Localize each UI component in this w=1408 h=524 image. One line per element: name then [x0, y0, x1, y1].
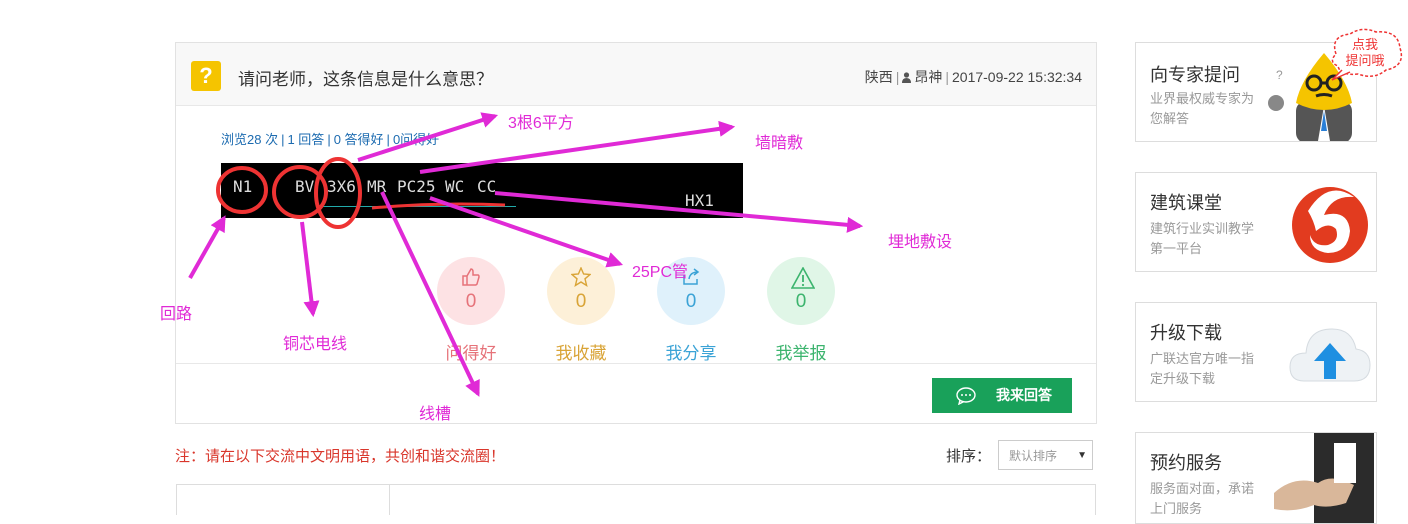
sidebar-upgrade-download[interactable]: 升级下载 广联达官方唯一指定升级下载 [1135, 302, 1377, 402]
notice-text: 注：请在以下交流中文明用语，共创和谐交流圈！ [175, 448, 506, 465]
caret-down-icon: ▼ [1077, 450, 1087, 461]
sidebar-appointment[interactable]: 预约服务 服务面对面，承诺上门服务 [1135, 432, 1377, 524]
arrow-floor [494, 191, 864, 233]
arrow-wall [419, 120, 736, 174]
circle-n1 [216, 166, 268, 214]
sidebar-building-class[interactable]: 建筑课堂 建筑行业实训教学第一平台 [1135, 172, 1377, 272]
arrow-trunking [380, 191, 480, 397]
sidebar-appointment-desc: 服务面对面，承诺上门服务 [1150, 481, 1255, 516]
sidebar-appointment-title: 预约服务 [1150, 453, 1222, 473]
sort-select[interactable]: 默认排序 ▼ [998, 440, 1093, 470]
arrow-loop [188, 215, 226, 279]
sort-selected-value: 默认排序 [1009, 449, 1058, 463]
red-circle-marks [216, 157, 506, 229]
underline-mark [371, 202, 506, 210]
svg-text:?: ? [1276, 68, 1283, 82]
annotation-wall-conceal: 墙暗敷 [755, 135, 804, 152]
arrow-three-six [357, 112, 499, 162]
circle-3x6 [314, 157, 362, 229]
cloud-upload-icon [1289, 328, 1371, 382]
sidebar-building-class-desc: 建筑行业实训教学第一平台 [1150, 221, 1255, 256]
flame-logo-icon [1292, 187, 1368, 263]
annotation-pc-pipe: 25PC管 [632, 264, 689, 281]
sidebar-ask-expert-title: 向专家提问 [1150, 65, 1240, 85]
answer-list-box [176, 484, 1096, 515]
ask-badge-text[interactable]: 点我 提问哦 [1343, 37, 1387, 69]
arrow-copper [300, 221, 320, 318]
sidebar-upgrade-download-title: 升级下载 [1150, 323, 1222, 343]
sidebar-building-class-title: 建筑课堂 [1150, 193, 1222, 213]
sidebar-ask-expert-desc: 业界最权威专家为您解答 [1150, 91, 1255, 126]
annotation-floor-lay: 埋地敷设 [888, 234, 953, 251]
annotation-copper-wire: 铜芯电线 [283, 336, 348, 353]
sort-label: 排序： [946, 448, 992, 465]
handshake-icon [1274, 433, 1374, 523]
annotation-three-six: 3根6平方 [508, 115, 574, 132]
annotation-loop: 回路 [160, 306, 193, 323]
annotation-trunking: 线槽 [419, 406, 452, 423]
sidebar-upgrade-download-desc: 广联达官方唯一指定升级下载 [1150, 351, 1255, 386]
answer-list-divider [389, 485, 390, 515]
arrow-pc [429, 196, 624, 268]
